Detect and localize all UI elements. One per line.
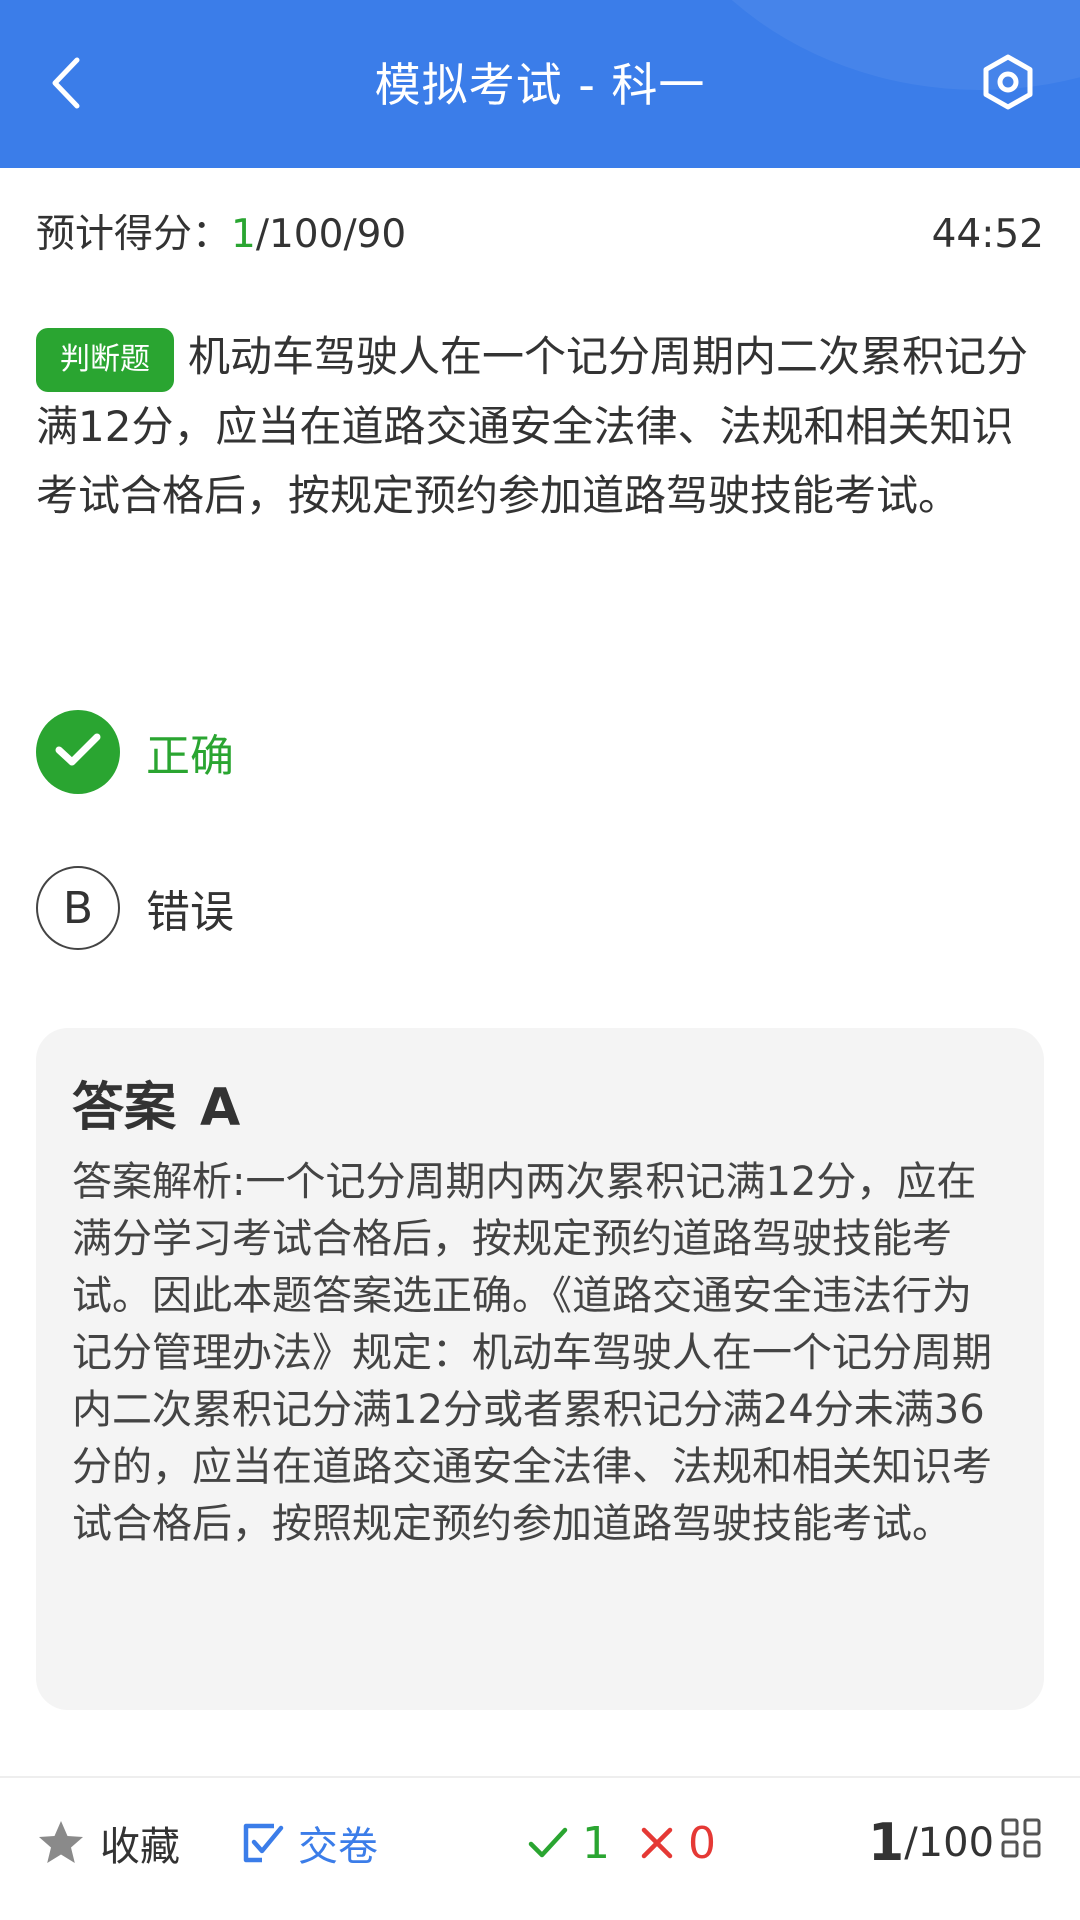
wrong-count-value: 0 [688, 1817, 716, 1869]
bottom-bar: 收藏 交卷 1 0 1/100 [0, 1778, 1080, 1920]
top-bar: 模拟考试 - 科一 [0, 0, 1080, 168]
submit-label: 交卷 [298, 1824, 378, 1870]
score-current: 1 [231, 212, 256, 257]
back-button[interactable] [36, 50, 96, 120]
correct-count: 1 [528, 1808, 610, 1878]
score-pass-line: /90 [343, 212, 407, 257]
option-a-marker [36, 710, 120, 794]
answer-letter: A [200, 1078, 241, 1138]
option-a-label: 正确 [146, 731, 234, 782]
hexagon-gear-icon [980, 54, 1036, 114]
wrong-count: 0 [640, 1808, 716, 1878]
submit-check-icon [240, 1820, 284, 1866]
score-label: 预计得分： [36, 212, 232, 257]
correct-count-value: 1 [582, 1817, 610, 1869]
option-b-marker: B [36, 866, 120, 950]
favorite-button[interactable]: 收藏 [36, 1808, 180, 1878]
question-grid-button[interactable] [1000, 1808, 1042, 1878]
question-type-badge: 判断题 [36, 328, 174, 392]
score-total: /100 [255, 212, 344, 257]
option-b[interactable]: B 错误 [36, 866, 234, 950]
countdown-timer: 44:52 [931, 212, 1044, 257]
checkmark-icon [528, 1826, 568, 1860]
answer-title: 答案 [72, 1078, 177, 1138]
score-row: 预计得分：1/100/90 44:52 [36, 205, 1044, 265]
option-a[interactable]: 正确 [36, 710, 234, 794]
total-question-count: /100 [904, 1820, 995, 1866]
chevron-left-icon [49, 56, 83, 114]
favorite-label: 收藏 [100, 1824, 180, 1870]
question-progress: 1/100 [868, 1808, 994, 1878]
settings-button[interactable] [976, 52, 1040, 116]
answer-explanation: 答案解析:一个记分周期内两次累积记满12分，应在满分学习考试合格后，按规定预约道… [72, 1159, 992, 1547]
grid-icon [1000, 1817, 1042, 1869]
answer-panel: 答案 A 答案解析:一个记分周期内两次累积记满12分，应在满分学习考试合格后，按规… [36, 1028, 1044, 1710]
question-stem: 判断题 机动车驾驶人在一个记分周期内二次累积记分满12分，应当在道路交通安全法律、… [36, 322, 1044, 530]
question-text: 机动车驾驶人在一个记分周期内二次累积记分满12分，应当在道路交通安全法律、法规和… [36, 332, 1029, 520]
page-title: 模拟考试 - 科一 [374, 58, 706, 112]
submit-exam-button[interactable]: 交卷 [240, 1808, 378, 1878]
option-b-label: 错误 [146, 887, 234, 938]
cross-icon [640, 1826, 674, 1860]
star-icon [36, 1819, 86, 1867]
current-question-index: 1 [868, 1813, 905, 1873]
answer-heading: 答案 A [72, 1068, 1008, 1148]
check-circle-icon [53, 730, 103, 774]
